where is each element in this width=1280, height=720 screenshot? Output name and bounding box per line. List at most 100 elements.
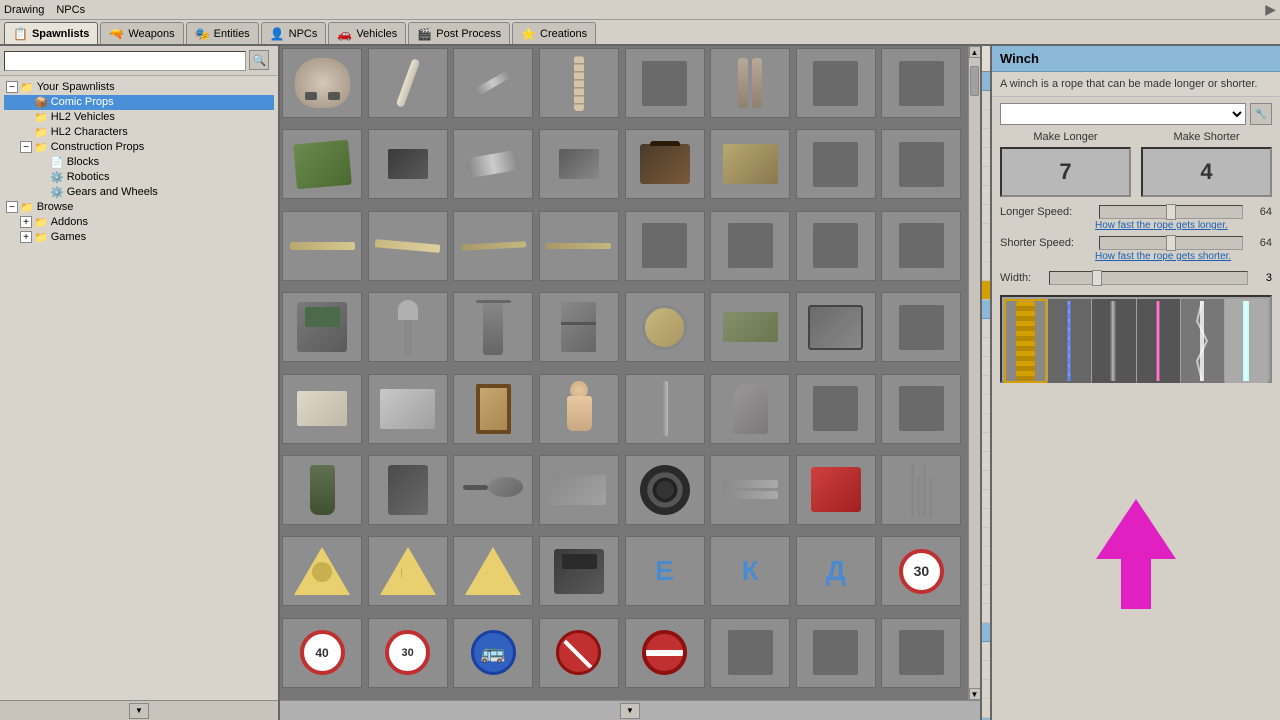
width-slider[interactable]	[1049, 271, 1248, 285]
grid-item-tombstone[interactable]	[710, 374, 790, 444]
tree-item-comicprops[interactable]: 📦 Comic Props	[4, 95, 274, 110]
toggle-constructionprops[interactable]: −	[20, 141, 32, 153]
grid-item-empty11[interactable]	[796, 374, 876, 444]
grid-item-speedsign[interactable]: 30	[881, 536, 961, 606]
grid-item-empty14[interactable]	[796, 618, 876, 688]
tree-item-browse[interactable]: − 📁 Browse	[4, 200, 274, 215]
grid-item-register[interactable]	[282, 292, 362, 362]
search-input[interactable]	[4, 51, 246, 71]
grid-item-thin1[interactable]	[625, 374, 705, 444]
grid-item-trianglesign1[interactable]	[282, 536, 362, 606]
grid-item-plank1[interactable]	[282, 211, 362, 281]
grid-item-empty9[interactable]	[881, 211, 961, 281]
grid-item-cyrillick[interactable]: К	[710, 536, 790, 606]
menu-npcs[interactable]: NPCs	[56, 4, 85, 16]
shorter-speed-hint[interactable]: How fast the rope gets shorter.	[1095, 250, 1272, 263]
toggle-spawnlists[interactable]: −	[6, 81, 18, 93]
scrollbar-track[interactable]	[969, 58, 980, 688]
grid-item-empty15[interactable]	[881, 618, 961, 688]
shorter-speed-slider[interactable]	[1099, 236, 1243, 250]
grid-item-briefcase[interactable]	[625, 129, 705, 199]
rope-sample-4[interactable]	[1137, 299, 1180, 383]
grid-item-plank4[interactable]	[539, 211, 619, 281]
grid-item-trianglesign2[interactable]: !	[368, 536, 448, 606]
grid-item-barrel[interactable]	[368, 455, 448, 525]
tab-creations[interactable]: ⭐ Creations	[512, 22, 596, 44]
grid-item-cyrillica[interactable]: Д	[796, 536, 876, 606]
grid-item-money[interactable]	[710, 292, 790, 362]
tab-vehicles[interactable]: 🚗 Vehicles	[328, 22, 406, 44]
tree-item-games[interactable]: + 📁 Games	[4, 230, 274, 245]
toggle-games[interactable]: +	[20, 231, 32, 243]
grid-item-empty10[interactable]	[881, 292, 961, 362]
grid-item-empty1[interactable]	[625, 48, 705, 118]
longer-speed-slider[interactable]	[1099, 205, 1243, 219]
grid-item-bone[interactable]	[368, 48, 448, 118]
tree-item-blocks[interactable]: 📄 Blocks	[4, 155, 274, 170]
collapse-arrow[interactable]: ▶	[1265, 1, 1276, 18]
tree-item-hl2characters[interactable]: 📁 HL2 Characters	[4, 125, 274, 140]
grid-item-pan[interactable]	[453, 455, 533, 525]
scrollbar-thumb[interactable]	[970, 66, 979, 96]
tree-item-constructionprops[interactable]: − 📁 Construction Props	[4, 140, 274, 155]
grid-item-boombox[interactable]	[539, 536, 619, 606]
grid-item-empty7[interactable]	[710, 211, 790, 281]
grid-item-crate[interactable]	[796, 455, 876, 525]
tab-postprocess[interactable]: 🎬 Post Process	[408, 22, 510, 44]
grid-item-rack[interactable]	[710, 129, 790, 199]
tree-item-addons[interactable]: + 📁 Addons	[4, 215, 274, 230]
rope-sample-1[interactable]	[1004, 299, 1047, 383]
search-button[interactable]: 🔍	[249, 50, 269, 70]
grid-item-empty6[interactable]	[625, 211, 705, 281]
grid-item-speedsign2[interactable]: 40	[282, 618, 362, 688]
grid-item-empty13[interactable]	[710, 618, 790, 688]
toggle-addons[interactable]: +	[20, 216, 32, 228]
grid-item-bussign[interactable]: 🚌	[453, 618, 533, 688]
grid-item-cloth[interactable]	[282, 129, 362, 199]
grid-item-box1[interactable]	[539, 129, 619, 199]
grid-item-clock[interactable]	[625, 292, 705, 362]
grid-item-vase[interactable]	[282, 455, 362, 525]
toggle-browse[interactable]: −	[6, 201, 18, 213]
grid-item-doll[interactable]	[539, 374, 619, 444]
rope-sample-5[interactable]	[1181, 299, 1224, 383]
grid-item-frame[interactable]	[453, 374, 533, 444]
grid-item-empty4[interactable]	[796, 129, 876, 199]
grid-scroll-down[interactable]: ▼	[620, 703, 640, 719]
tab-spawnlists[interactable]: 📋 Spawnlists	[4, 22, 98, 44]
grid-item-cyrillice[interactable]: Е	[625, 536, 705, 606]
grid-item-plank2[interactable]	[368, 211, 448, 281]
grid-item-knife[interactable]	[453, 48, 533, 118]
winch-config-button[interactable]: 🔧	[1250, 103, 1272, 125]
tree-item-gearsandwheels[interactable]: ⚙️ Gears and Wheels	[4, 185, 274, 200]
tree-item-robotics[interactable]: ⚙️ Robotics	[4, 170, 274, 185]
grid-item-chair[interactable]	[539, 292, 619, 362]
tree-item-hl2vehicles[interactable]: 📁 HL2 Vehicles	[4, 110, 274, 125]
winch-dropdown[interactable]	[1000, 103, 1246, 125]
grid-item-empty8[interactable]	[796, 211, 876, 281]
grid-item-tv[interactable]	[796, 292, 876, 362]
grid-item-scaffold[interactable]	[881, 455, 961, 525]
rope-sample-6[interactable]	[1225, 299, 1268, 383]
grid-item-legs[interactable]	[710, 48, 790, 118]
grid-item-metal1[interactable]	[453, 129, 533, 199]
grid-item-empty2[interactable]	[796, 48, 876, 118]
menu-drawing[interactable]: Drawing	[4, 4, 44, 16]
center-scrollbar[interactable]: ▲ ▼	[968, 46, 980, 700]
grid-item-empty12[interactable]	[881, 374, 961, 444]
tab-entities[interactable]: 🎭 Entities	[186, 22, 259, 44]
longer-speed-hint[interactable]: How fast the rope gets longer.	[1095, 219, 1272, 232]
scroll-down-arrow[interactable]: ▼	[969, 688, 981, 700]
grid-item-tray[interactable]	[368, 374, 448, 444]
grid-item-plank3[interactable]	[453, 211, 533, 281]
grid-item-box2[interactable]	[282, 374, 362, 444]
grid-item-spine[interactable]	[539, 48, 619, 118]
tab-npcs[interactable]: 👤 NPCs	[261, 22, 327, 44]
grid-item-lamp-stand[interactable]	[368, 292, 448, 362]
tab-weapons[interactable]: 🔫 Weapons	[100, 22, 183, 44]
tree-item-spawnlists[interactable]: − 📁 Your Spawnlists	[4, 80, 274, 95]
grid-item-skull[interactable]	[282, 48, 362, 118]
grid-item-nosign[interactable]	[539, 618, 619, 688]
grid-item-tire[interactable]	[625, 455, 705, 525]
rope-sample-3[interactable]	[1092, 299, 1135, 383]
